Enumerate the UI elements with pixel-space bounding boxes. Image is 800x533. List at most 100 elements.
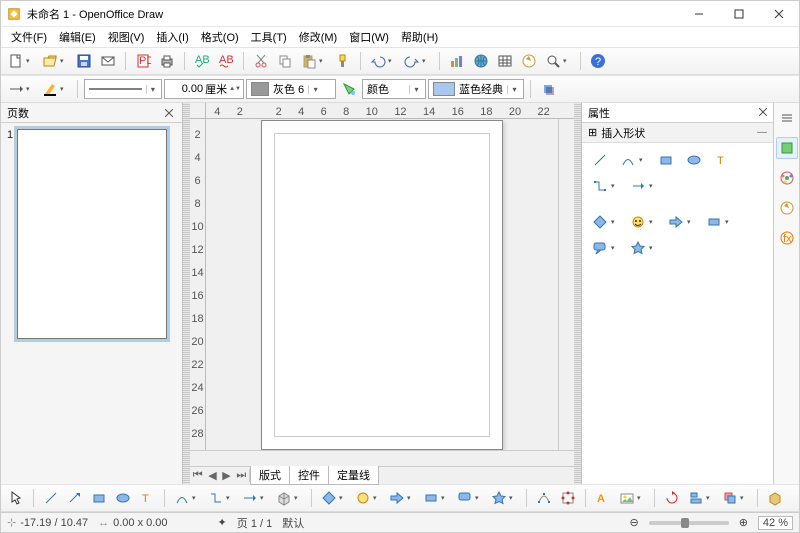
color-scheme-combo[interactable]: 蓝色经典 ▾ bbox=[428, 79, 524, 99]
menu-edit[interactable]: 编辑(E) bbox=[53, 27, 102, 47]
tab-dimlines[interactable]: 定量线 bbox=[328, 466, 379, 485]
rect-tool[interactable] bbox=[88, 487, 110, 509]
navigator-button[interactable] bbox=[518, 50, 540, 72]
connector-tool[interactable]: ▾ bbox=[205, 487, 227, 509]
align-tool[interactable]: ▾ bbox=[685, 487, 707, 509]
zoom-button[interactable]: ▾ bbox=[542, 50, 564, 72]
zoom-slider[interactable] bbox=[649, 521, 729, 525]
page-thumbnail-1[interactable] bbox=[17, 129, 167, 339]
menu-view[interactable]: 视图(V) bbox=[102, 27, 151, 47]
fontwork-tool[interactable]: A bbox=[592, 487, 614, 509]
stars-tool[interactable]: ▾ bbox=[488, 487, 510, 509]
3d-shapes-tool[interactable]: ▾ bbox=[273, 487, 295, 509]
open-button[interactable]: ▾ bbox=[39, 50, 61, 72]
new-button[interactable]: ▾ bbox=[5, 50, 27, 72]
zoom-percent[interactable]: 42 % bbox=[758, 516, 793, 530]
sidebar-properties-icon[interactable] bbox=[776, 137, 798, 159]
table-button[interactable] bbox=[494, 50, 516, 72]
zoom-in-button[interactable]: ⊕ bbox=[739, 516, 748, 529]
format-paintbrush-button[interactable] bbox=[332, 50, 354, 72]
glue-points-tool[interactable] bbox=[557, 487, 579, 509]
splitter-left[interactable] bbox=[183, 103, 190, 484]
cut-button[interactable] bbox=[250, 50, 272, 72]
properties-panel-close-icon[interactable] bbox=[759, 107, 767, 119]
flowchart-tool[interactable]: ▾ bbox=[420, 487, 442, 509]
curve-tool[interactable]: ▾ bbox=[171, 487, 193, 509]
export-pdf-button[interactable]: PDF bbox=[132, 50, 154, 72]
help-button[interactable]: ? bbox=[587, 50, 609, 72]
vertical-scrollbar[interactable] bbox=[558, 119, 574, 450]
tab-layout[interactable]: 版式 bbox=[250, 466, 290, 485]
sidebar-menu-icon[interactable] bbox=[776, 107, 798, 129]
menu-format[interactable]: 格式(O) bbox=[195, 27, 245, 47]
line-tool[interactable] bbox=[40, 487, 62, 509]
shape-basic[interactable]: ▾ bbox=[588, 211, 612, 233]
from-file-tool[interactable]: ▾ bbox=[616, 487, 638, 509]
menu-insert[interactable]: 插入(I) bbox=[150, 27, 194, 47]
vertical-ruler[interactable]: 246810121416182022242628 bbox=[190, 119, 206, 450]
arrow-style-button[interactable]: ▾ bbox=[5, 78, 27, 100]
drawing-page[interactable] bbox=[261, 120, 503, 450]
auto-spellcheck-button[interactable]: ABC bbox=[215, 50, 237, 72]
tab-controls[interactable]: 控件 bbox=[289, 466, 329, 485]
shape-arrow[interactable]: ▾ bbox=[626, 175, 650, 197]
ellipse-tool[interactable] bbox=[112, 487, 134, 509]
hyperlink-button[interactable] bbox=[470, 50, 492, 72]
paste-button[interactable]: ▾ bbox=[298, 50, 320, 72]
basic-shapes-tool[interactable]: ▾ bbox=[318, 487, 340, 509]
sidebar-gallery-icon[interactable] bbox=[776, 167, 798, 189]
shape-line[interactable] bbox=[588, 149, 612, 171]
menu-window[interactable]: 窗口(W) bbox=[343, 27, 395, 47]
redo-button[interactable]: ▾ bbox=[401, 50, 423, 72]
email-button[interactable] bbox=[97, 50, 119, 72]
menu-help[interactable]: 帮助(H) bbox=[395, 27, 444, 47]
chart-button[interactable] bbox=[446, 50, 468, 72]
lines-arrows-tool[interactable]: ▾ bbox=[239, 487, 261, 509]
menu-modify[interactable]: 修改(M) bbox=[293, 27, 344, 47]
print-button[interactable] bbox=[156, 50, 178, 72]
sidebar-functions-icon[interactable]: fx bbox=[776, 227, 798, 249]
undo-button[interactable]: ▾ bbox=[367, 50, 389, 72]
shadow-button[interactable] bbox=[537, 78, 559, 100]
line-style-combo[interactable]: ▾ bbox=[84, 79, 162, 99]
close-button[interactable] bbox=[759, 1, 799, 27]
shape-flowchart[interactable]: ▾ bbox=[702, 211, 726, 233]
extrusion-toggle[interactable] bbox=[764, 487, 786, 509]
arrow-line-tool[interactable] bbox=[64, 487, 86, 509]
select-tool[interactable] bbox=[5, 487, 27, 509]
text-tool[interactable]: T bbox=[136, 487, 158, 509]
horizontal-ruler[interactable]: 42246810121416182022 bbox=[206, 103, 558, 119]
canvas-viewport[interactable] bbox=[206, 119, 558, 450]
maximize-button[interactable] bbox=[719, 1, 759, 27]
minimize-button[interactable] bbox=[679, 1, 719, 27]
callouts-tool[interactable]: ▾ bbox=[454, 487, 476, 509]
shape-text[interactable]: T bbox=[710, 149, 734, 171]
horizontal-scrollbar[interactable] bbox=[190, 450, 574, 466]
shape-symbol[interactable]: ▾ bbox=[626, 211, 650, 233]
shape-rect[interactable] bbox=[654, 149, 678, 171]
area-button[interactable] bbox=[338, 78, 360, 100]
spellcheck-button[interactable]: ABC bbox=[191, 50, 213, 72]
splitter-right[interactable] bbox=[574, 103, 581, 484]
zoom-out-button[interactable]: ⊖ bbox=[629, 516, 638, 529]
block-arrows-tool[interactable]: ▾ bbox=[386, 487, 408, 509]
shape-block-arrow[interactable]: ▾ bbox=[664, 211, 688, 233]
line-width-spinner[interactable]: 0.00 厘米 ▲▼ bbox=[164, 79, 244, 99]
shape-ellipse[interactable] bbox=[682, 149, 706, 171]
symbol-shapes-tool[interactable]: ▾ bbox=[352, 487, 374, 509]
save-button[interactable] bbox=[73, 50, 95, 72]
shape-curve[interactable]: ▾ bbox=[616, 149, 640, 171]
shape-callout[interactable]: ▾ bbox=[588, 237, 612, 259]
status-insert-mode[interactable]: ✦ bbox=[218, 516, 227, 529]
menu-tools[interactable]: 工具(T) bbox=[245, 27, 293, 47]
insert-shapes-section-header[interactable]: ⊞ 插入形状 — bbox=[582, 123, 773, 143]
shape-star[interactable]: ▾ bbox=[626, 237, 650, 259]
menu-file[interactable]: 文件(F) bbox=[5, 27, 53, 47]
line-color-combo[interactable]: 灰色 6 ▾ bbox=[246, 79, 336, 99]
edit-points-tool[interactable] bbox=[533, 487, 555, 509]
sidebar-navigator-icon[interactable] bbox=[776, 197, 798, 219]
pages-panel-close-icon[interactable] bbox=[162, 106, 176, 120]
tab-nav-buttons[interactable]: ⏮◀▶⏭ bbox=[190, 469, 250, 482]
copy-button[interactable] bbox=[274, 50, 296, 72]
line-color-button[interactable]: ▾ bbox=[39, 78, 61, 100]
